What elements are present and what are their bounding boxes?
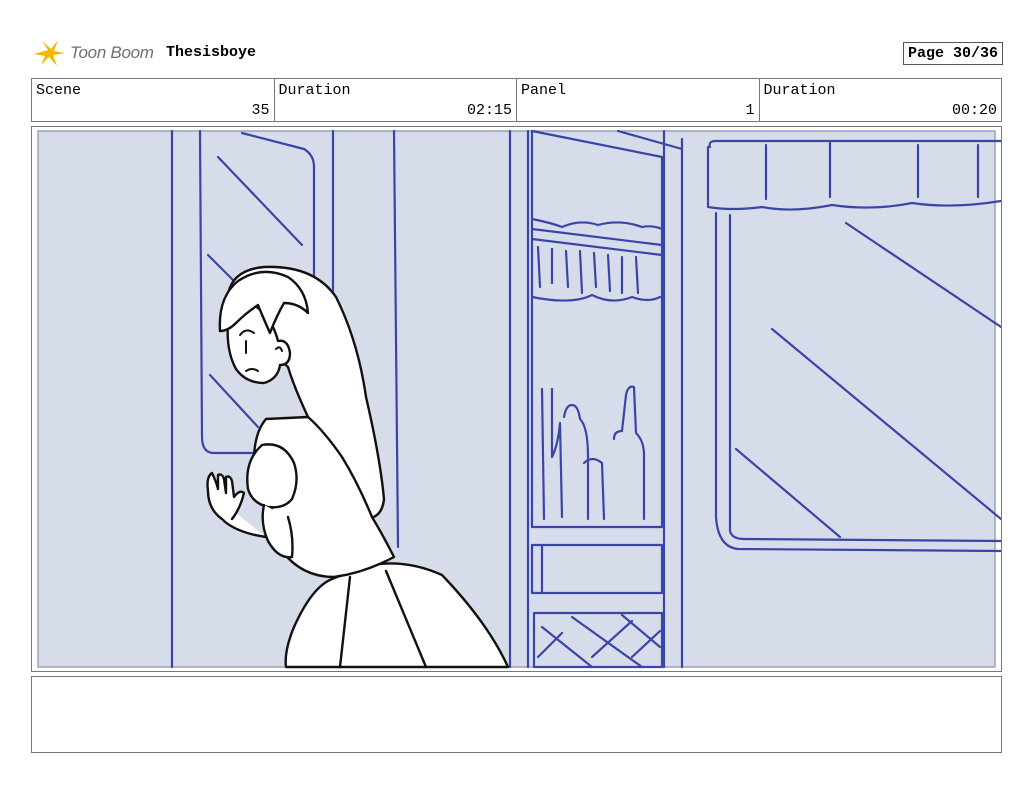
panel-duration-label: Duration — [763, 82, 836, 99]
panel-notes-box — [31, 676, 1002, 753]
storyboard-panel-image — [31, 126, 1002, 672]
panel-value: 1 — [745, 102, 755, 119]
scene-label: Scene — [36, 82, 82, 99]
scene-duration-value: 02:15 — [466, 102, 512, 119]
storyboard-sketch — [37, 129, 1001, 669]
project-title: Thesisboye — [166, 44, 257, 61]
scene-duration-cell: Duration 02:15 — [275, 79, 517, 121]
scene-value: 35 — [251, 102, 270, 119]
logo-text: Toon Boom — [70, 43, 154, 62]
page-header: Toon Boom Thesisboye Page 30/36 — [32, 36, 1003, 72]
panel-duration-value: 00:20 — [951, 102, 997, 119]
scene-cell: Scene 35 — [32, 79, 275, 121]
panel-label: Panel — [521, 82, 567, 99]
toon-boom-logo: Toon Boom — [32, 36, 162, 70]
scene-duration-label: Duration — [278, 82, 351, 99]
panel-info-table: Scene 35 Duration 02:15 Panel 1 Duration… — [31, 78, 1002, 122]
panel-cell: Panel 1 — [517, 79, 760, 121]
page-indicator: Page 30/36 — [902, 42, 1003, 65]
star-burst-icon — [34, 40, 65, 66]
panel-duration-cell: Duration 00:20 — [760, 79, 1002, 121]
